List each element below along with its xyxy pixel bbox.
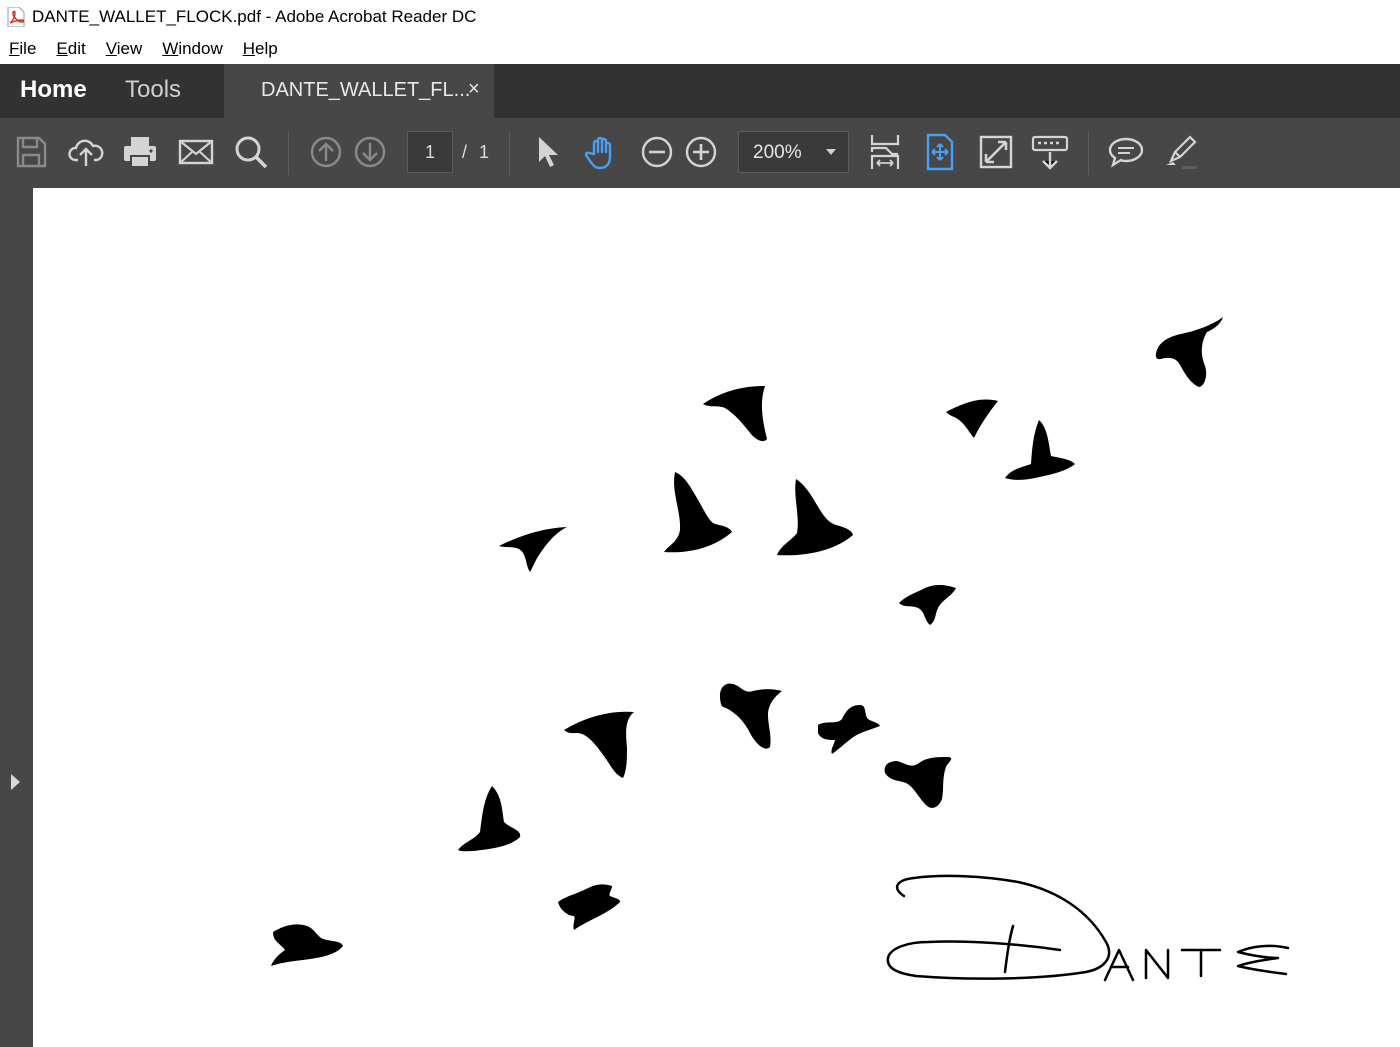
hand-tool-icon	[584, 136, 612, 170]
window-title: DANTE_WALLET_FLOCK.pdf - Adobe Acrobat R…	[32, 7, 477, 26]
menu-help-accel: H	[242, 39, 256, 58]
bird-silhouette	[664, 472, 732, 553]
fullscreen-button[interactable]	[976, 132, 1016, 172]
fit-page-icon	[926, 133, 954, 171]
upload-button[interactable]	[66, 132, 106, 172]
bird-silhouette	[499, 527, 567, 572]
zoom-select[interactable]: 200%	[738, 131, 849, 173]
scroll-mode-icon	[870, 135, 900, 169]
pdf-file-icon	[7, 7, 25, 27]
upload-cloud-icon	[68, 139, 104, 166]
menu-edit[interactable]: Edit	[56, 39, 85, 59]
bird-silhouette	[946, 399, 998, 438]
bird-silhouette	[818, 705, 880, 754]
signature-D-flourish	[886, 874, 1111, 980]
document-page[interactable]	[33, 188, 1400, 1047]
bird-silhouette	[564, 711, 634, 778]
menu-bar: File Edit View Window Help	[0, 34, 1400, 64]
select-tool-button[interactable]	[527, 132, 567, 172]
fullscreen-icon	[979, 135, 1013, 169]
bird-silhouette	[1005, 420, 1075, 480]
email-button[interactable]	[176, 132, 216, 172]
highlight-button[interactable]	[1162, 132, 1202, 172]
print-icon	[124, 137, 156, 168]
zoom-out-button[interactable]	[637, 132, 677, 172]
signature-T	[1180, 948, 1222, 978]
bird-silhouette	[777, 479, 853, 556]
chevron-down-icon	[826, 149, 836, 155]
navigation-pane	[0, 188, 33, 1047]
tab-bar: Home Tools DANTE_WALLET_FL... ×	[0, 64, 1400, 118]
bird-silhouette	[458, 786, 521, 852]
menu-view-accel: V	[105, 39, 117, 58]
page-number-input[interactable]: 1	[407, 131, 453, 173]
menu-file-accel: F	[9, 39, 20, 58]
tab-document[interactable]: DANTE_WALLET_FL... ×	[224, 64, 494, 118]
zoom-in-icon	[685, 136, 717, 168]
signature-E	[1236, 944, 1290, 976]
fit-page-button[interactable]	[920, 132, 960, 172]
bird-silhouette	[719, 683, 782, 749]
next-page-icon	[354, 136, 386, 168]
close-tab-button[interactable]: ×	[468, 78, 480, 101]
toolbar-separator	[288, 131, 289, 175]
menu-window[interactable]: Window	[162, 39, 222, 59]
menu-view-label: iew	[116, 39, 143, 58]
title-bar: DANTE_WALLET_FLOCK.pdf - Adobe Acrobat R…	[0, 0, 1400, 34]
expand-pane-icon[interactable]	[11, 774, 20, 790]
bird-silhouette	[703, 386, 767, 442]
print-button[interactable]	[120, 132, 160, 172]
read-mode-icon	[1031, 135, 1069, 170]
prev-page-icon	[310, 136, 342, 168]
toolbar: 1 / 1 200%	[0, 118, 1400, 188]
menu-edit-label: dit	[67, 39, 86, 58]
read-mode-button[interactable]	[1030, 132, 1070, 172]
bird-silhouette	[558, 884, 621, 930]
email-icon	[178, 139, 214, 165]
menu-help[interactable]: Help	[243, 39, 278, 59]
menu-file[interactable]: File	[9, 39, 36, 59]
menu-file-label: ile	[19, 39, 37, 58]
save-icon	[16, 136, 47, 168]
menu-view[interactable]: View	[106, 39, 143, 59]
bird-silhouette	[899, 585, 956, 625]
search-button[interactable]	[231, 132, 271, 172]
menu-window-label: indow	[178, 39, 223, 58]
menu-edit-accel: E	[56, 39, 68, 58]
signature-N	[1144, 948, 1170, 980]
page-total: 1	[479, 142, 490, 162]
scroll-mode-button[interactable]	[865, 132, 905, 172]
select-arrow-icon	[539, 137, 558, 167]
save-button[interactable]	[11, 132, 51, 172]
zoom-out-icon	[641, 136, 673, 168]
signature-D-stem	[1003, 924, 1015, 974]
document-artwork	[271, 317, 1290, 982]
bird-silhouette	[884, 757, 952, 808]
tab-document-label: DANTE_WALLET_FL...	[261, 79, 471, 101]
highlight-pen-icon	[1166, 135, 1197, 169]
hand-tool-button[interactable]	[582, 132, 622, 172]
zoom-in-button[interactable]	[681, 132, 721, 172]
prev-page-button[interactable]	[306, 132, 346, 172]
bird-silhouette	[1155, 317, 1223, 387]
toolbar-separator	[1088, 131, 1089, 175]
bird-silhouette	[271, 924, 343, 966]
comment-button[interactable]	[1106, 132, 1146, 172]
comment-icon	[1108, 137, 1144, 168]
menu-window-accel: W	[162, 39, 179, 58]
tab-home[interactable]: Home	[20, 76, 87, 104]
page-separator: /	[462, 142, 468, 162]
tab-tools[interactable]: Tools	[125, 76, 181, 104]
toolbar-separator	[509, 131, 510, 175]
signature	[886, 874, 1290, 982]
zoom-value: 200%	[753, 142, 802, 163]
search-icon	[235, 136, 268, 169]
next-page-button[interactable]	[350, 132, 390, 172]
menu-help-label: elp	[255, 39, 278, 58]
